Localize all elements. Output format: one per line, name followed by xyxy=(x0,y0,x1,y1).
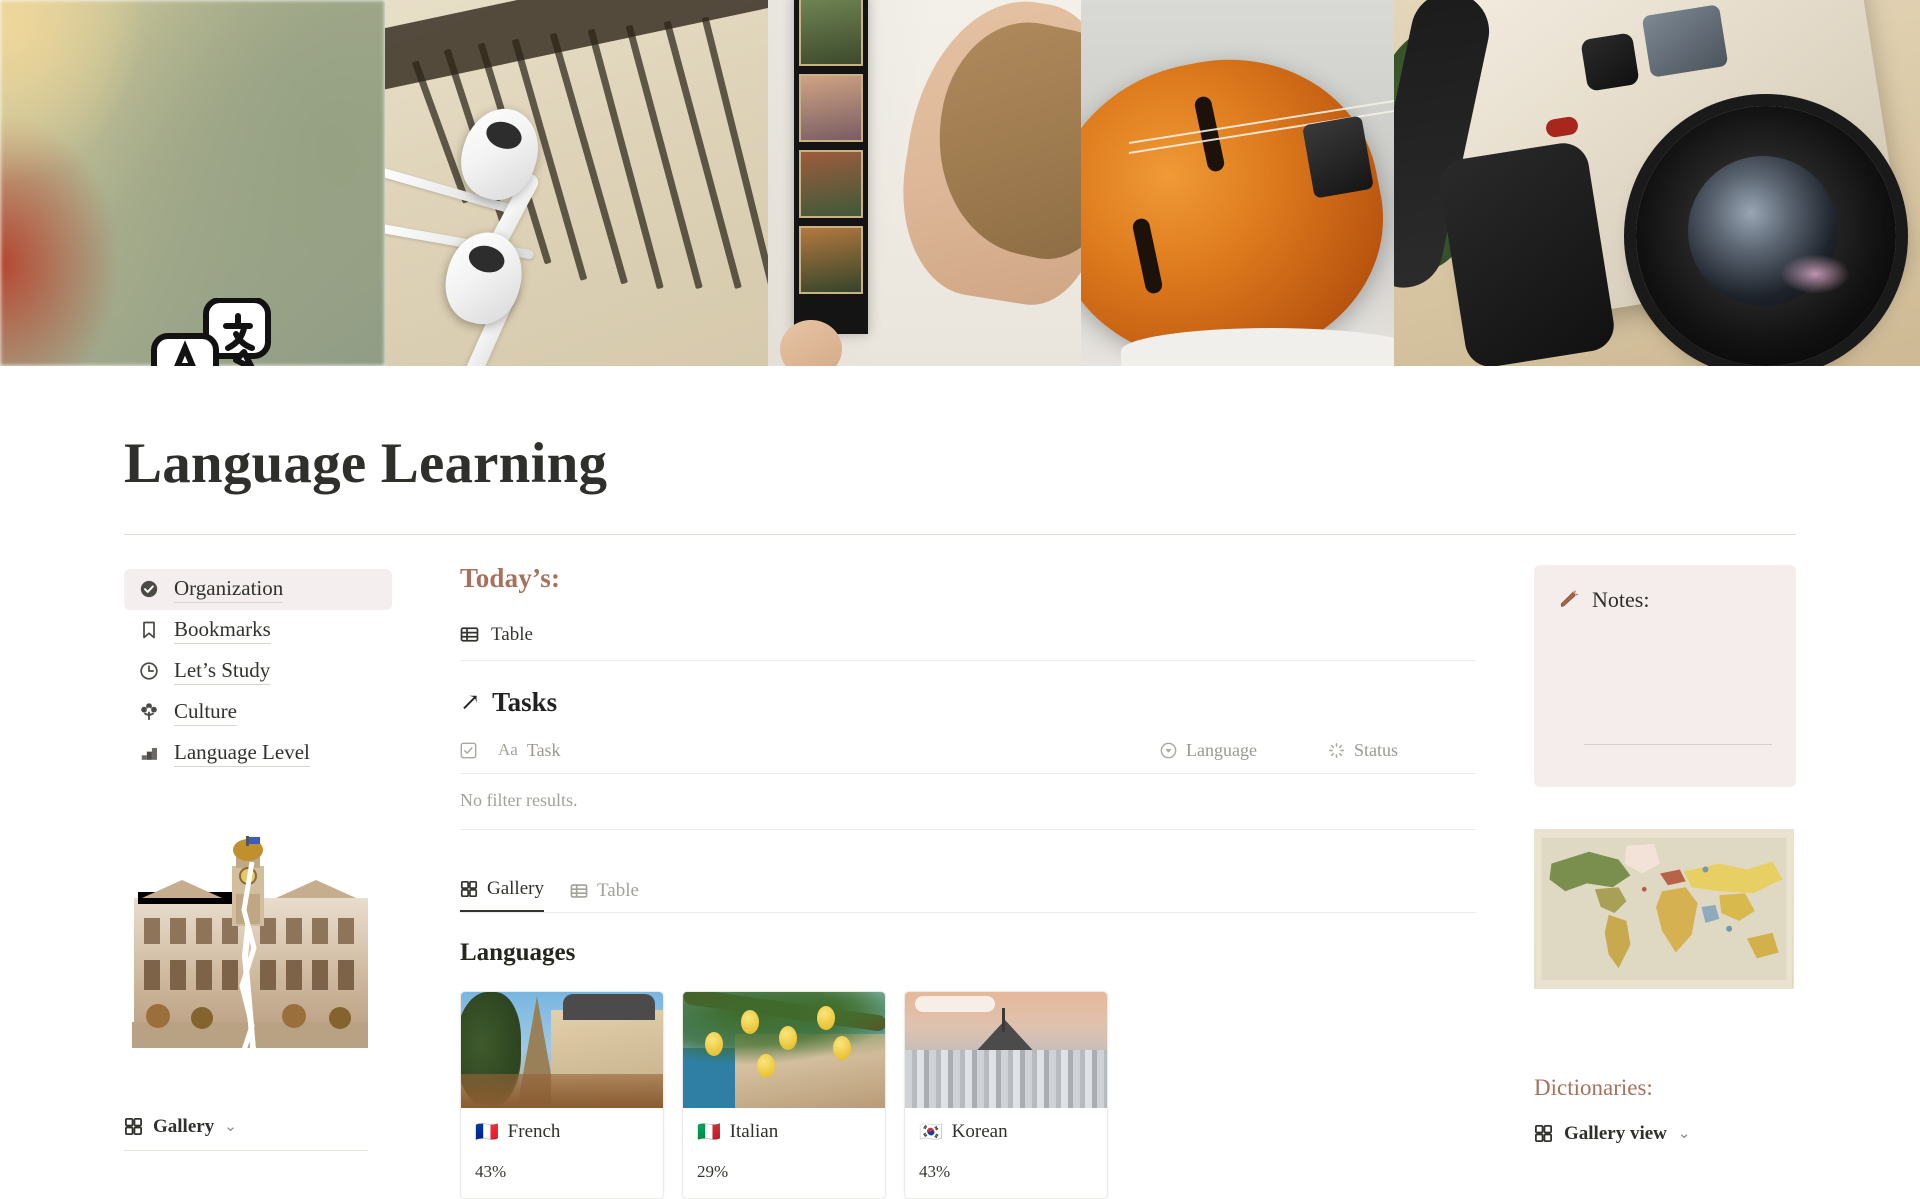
column-header-status[interactable]: Status xyxy=(1328,740,1476,761)
status-icon xyxy=(1328,742,1345,759)
bookmark-icon xyxy=(138,619,160,641)
sidebar-item-label: Bookmarks xyxy=(174,617,271,644)
dictionaries-heading: Dictionaries: xyxy=(1534,1074,1653,1100)
tab-table[interactable]: Table xyxy=(570,880,639,912)
language-name: Italian xyxy=(729,1120,779,1142)
right-column: Notes: Dictionaries: Gallery view ⌄ xyxy=(1534,563,1796,1145)
gallery-icon xyxy=(124,1117,143,1136)
tasks-heading-label: Tasks xyxy=(492,686,558,717)
sidebar-item-bookmarks[interactable]: Bookmarks xyxy=(124,610,392,651)
table-database-link[interactable]: Table xyxy=(460,624,1476,661)
main-column: Today’s: Table ↗ Tasks Aa Task Language … xyxy=(392,563,1534,1199)
row-select-checkbox[interactable] xyxy=(460,742,498,759)
column-header-label: Language xyxy=(1186,739,1257,760)
language-card[interactable]: 🇮🇹 Italian 29% xyxy=(682,990,886,1199)
table-icon xyxy=(570,882,588,900)
column-header-label: Task xyxy=(526,739,561,760)
sidebar-item-organization[interactable]: Organization xyxy=(124,568,392,610)
translate-icon xyxy=(148,298,278,366)
column-header-label: Status xyxy=(1354,739,1399,760)
dictionaries-view-label: Gallery view xyxy=(1564,1122,1667,1144)
title-aa-icon: Aa xyxy=(498,740,518,760)
three-column-layout: Organization Bookmarks Let’s Study Cultu… xyxy=(0,535,1920,1199)
sidebar-item-label: Let’s Study xyxy=(174,658,271,685)
page-title: Language Learning xyxy=(124,432,608,495)
gallery-icon xyxy=(460,880,478,898)
tab-label: Gallery xyxy=(487,877,544,899)
world-map-image xyxy=(1534,828,1794,989)
left-gallery-label: Gallery xyxy=(153,1115,215,1137)
languages-gallery: 🇫🇷 French 43% 🇮🇹 Italian 29% 🇰🇷 Korean 4… xyxy=(460,990,1476,1199)
chevron-down-icon[interactable]: ⌄ xyxy=(224,1117,237,1136)
sidebar-item-language-level[interactable]: Language Level xyxy=(124,733,392,774)
language-card-name-row: 🇰🇷 Korean xyxy=(919,1120,1093,1144)
language-card-name-row: 🇮🇹 Italian xyxy=(697,1120,871,1144)
page-content: Language Learning Organization Bookmarks… xyxy=(0,366,1920,1199)
language-progress: 43% xyxy=(919,1161,951,1181)
language-card-name-row: 🇫🇷 French xyxy=(475,1120,649,1144)
city-hall-illustration xyxy=(124,835,372,1058)
sidebar-item-lets-study[interactable]: Let’s Study xyxy=(124,651,392,692)
nav-list: Organization Bookmarks Let’s Study Cultu… xyxy=(124,568,392,774)
language-card[interactable]: 🇫🇷 French 43% xyxy=(460,990,664,1199)
page-title-wrap: Language Learning xyxy=(0,366,1920,494)
arrow-up-right-icon: ↗ xyxy=(460,689,481,716)
notes-title-row: Notes: xyxy=(1558,587,1772,613)
sidebar-item-label: Language Level xyxy=(174,740,310,767)
check-circle-icon xyxy=(138,578,160,600)
todays-heading: Today’s: xyxy=(460,562,561,593)
banner-panel-camera xyxy=(1394,0,1920,366)
seoul-skyline-photo xyxy=(905,991,1107,1108)
languages-heading: Languages xyxy=(460,938,576,966)
table-icon xyxy=(460,625,479,644)
notes-writing-line xyxy=(1584,743,1772,745)
flag-icon: 🇰🇷 xyxy=(919,1121,943,1143)
dictionaries-view-selector[interactable]: Gallery view ⌄ xyxy=(1534,1123,1796,1145)
column-header-task[interactable]: Aa Task xyxy=(498,740,1160,761)
view-tabs: Gallery Table xyxy=(460,878,1476,913)
language-name: French xyxy=(507,1120,561,1142)
bar-chart-icon xyxy=(138,742,160,764)
left-column: Organization Bookmarks Let’s Study Cultu… xyxy=(124,563,392,1151)
tab-label: Table xyxy=(596,879,639,901)
amalfi-lemons-photo xyxy=(683,991,885,1108)
tasks-heading[interactable]: ↗ Tasks xyxy=(460,687,1476,718)
language-progress: 29% xyxy=(697,1161,729,1181)
eiffel-tower-photo xyxy=(461,991,663,1108)
notes-title-label: Notes: xyxy=(1592,586,1650,612)
language-card[interactable]: 🇰🇷 Korean 43% xyxy=(904,990,1108,1199)
flag-icon: 🇮🇹 xyxy=(697,1121,721,1143)
flower-icon xyxy=(138,701,160,723)
left-gallery-view-selector[interactable]: Gallery ⌄ xyxy=(124,1116,368,1151)
tab-gallery[interactable]: Gallery xyxy=(460,878,544,912)
table-link-label: Table xyxy=(491,623,533,645)
sidebar-item-label: Culture xyxy=(174,699,237,726)
language-progress: 43% xyxy=(475,1161,507,1181)
tasks-table-header: Aa Task Language Status xyxy=(460,740,1476,774)
select-icon xyxy=(1160,742,1177,759)
sidebar-item-label: Organization xyxy=(174,576,284,603)
clock-icon xyxy=(138,660,160,682)
page-cover-banner xyxy=(0,0,1920,366)
flag-icon: 🇫🇷 xyxy=(475,1121,499,1143)
notes-callout[interactable]: Notes: xyxy=(1534,564,1796,787)
banner-panel-film-strip xyxy=(768,0,1081,366)
banner-panel-violin xyxy=(1081,0,1394,366)
sidebar-item-culture[interactable]: Culture xyxy=(124,692,392,733)
chevron-down-icon[interactable]: ⌄ xyxy=(1678,1124,1691,1143)
column-header-language[interactable]: Language xyxy=(1160,740,1328,761)
banner-panel-book-earbuds xyxy=(385,0,768,366)
tasks-empty-state: No filter results. xyxy=(460,790,1476,830)
pencil-icon xyxy=(1558,590,1578,610)
language-name: Korean xyxy=(951,1120,1008,1142)
gallery-icon xyxy=(1534,1124,1553,1143)
